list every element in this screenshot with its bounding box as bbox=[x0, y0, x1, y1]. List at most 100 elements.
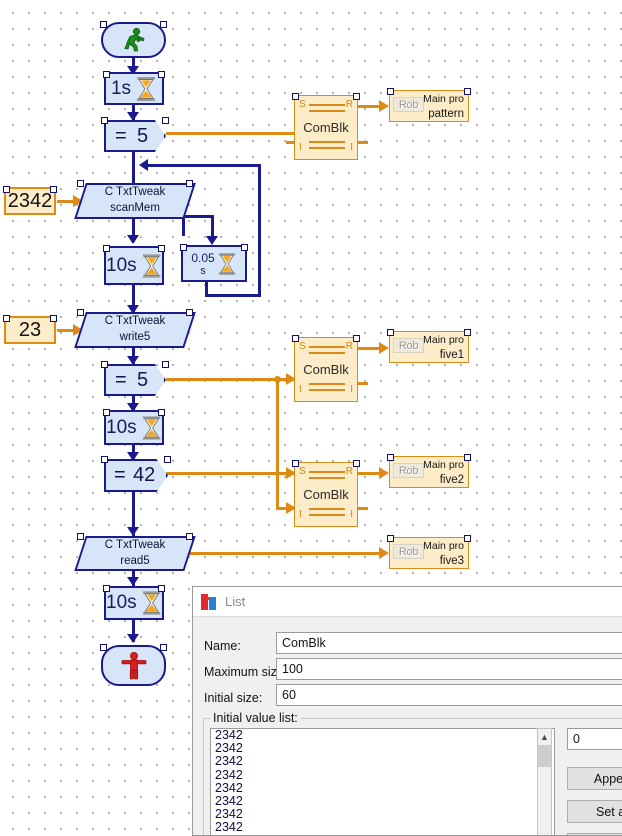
robot-line2: pattern bbox=[428, 108, 464, 120]
arrow-timer6-to-stop bbox=[127, 634, 139, 643]
comblk-port-r: R bbox=[345, 466, 353, 477]
owire-vertical-bus bbox=[276, 378, 279, 510]
process-block-scanmem[interactable]: C TxtTweak scanMem bbox=[74, 180, 196, 219]
comblk-bar-top2 bbox=[309, 352, 345, 354]
timer-block-10s-3[interactable]: 10s bbox=[103, 585, 165, 620]
list-item[interactable]: 2342 bbox=[211, 781, 554, 795]
side-value-input[interactable]: 0 bbox=[567, 728, 622, 750]
comblk-name: ComBlk bbox=[303, 487, 349, 502]
process-block-write5[interactable]: C TxtTweak write5 bbox=[74, 309, 196, 348]
condition-operator: = bbox=[115, 124, 127, 147]
scrollbar-thumb[interactable] bbox=[538, 745, 551, 767]
append-label: Appen bbox=[593, 771, 622, 786]
red-standing-man-icon bbox=[121, 651, 146, 679]
list-item[interactable]: 2342 bbox=[211, 768, 554, 782]
comblk-port-s: S bbox=[299, 99, 306, 110]
value-box-2342[interactable]: 2342 bbox=[3, 186, 57, 215]
dialog-titlebar[interactable]: List ? bbox=[193, 587, 622, 617]
dialog-title: List bbox=[225, 594, 246, 609]
initial-value-list-label: Initial value list: bbox=[210, 711, 301, 725]
append-button[interactable]: Appen bbox=[567, 767, 622, 790]
timer-block-10s-2[interactable]: 10s bbox=[103, 409, 165, 445]
initial-size-row: Initial size: bbox=[204, 687, 262, 709]
timer-unit: s bbox=[200, 264, 206, 277]
condition-block-2[interactable]: = 5 bbox=[101, 361, 169, 396]
hourglass-icon bbox=[142, 415, 161, 440]
set-all-label: Set al bbox=[596, 804, 622, 819]
comblk-block-3[interactable]: S R ComBlk I I bbox=[292, 460, 360, 527]
comblk-bar-bot2 bbox=[309, 514, 345, 516]
list-item[interactable]: 2342 bbox=[211, 794, 554, 808]
comblk-block-2[interactable]: S R ComBlk I I bbox=[292, 335, 360, 402]
condition-value: 5 bbox=[137, 124, 149, 147]
timer-block-1s[interactable]: 1s bbox=[103, 71, 165, 105]
initial-value-listbox[interactable]: 2342 2342 2342 2342 2342 2342 2342 2342 bbox=[210, 728, 555, 835]
robot-line2: five1 bbox=[439, 349, 464, 361]
arrow-proc3-to-timer6 bbox=[127, 577, 139, 586]
list-scrollbar[interactable]: ▲ bbox=[537, 728, 552, 835]
comblk-bar-top bbox=[309, 346, 345, 348]
list-item[interactable]: 2342 bbox=[211, 755, 554, 768]
set-all-button[interactable]: Set al bbox=[567, 800, 622, 823]
arrow-cond3-to-proc3 bbox=[127, 527, 139, 536]
condition-block-3[interactable]: = 42 bbox=[101, 456, 171, 492]
arrow-branch-to-timer3 bbox=[206, 236, 218, 245]
comblk-bar-bot bbox=[309, 141, 345, 143]
list-item[interactable]: 2342 bbox=[211, 821, 554, 834]
scroll-up-arrow[interactable]: ▲ bbox=[538, 729, 551, 744]
hourglass-icon bbox=[142, 591, 161, 615]
condition-block-1[interactable]: = 5 bbox=[101, 117, 169, 152]
comblk-name: ComBlk bbox=[303, 120, 349, 135]
robot-block-4[interactable]: Rob Main pro five3 bbox=[387, 535, 471, 569]
timer-label: 0.05 bbox=[191, 250, 215, 265]
robot-line1: Main pro bbox=[423, 540, 464, 552]
comblk-port-i-left: I bbox=[299, 384, 302, 395]
comblk-port-r: R bbox=[345, 99, 353, 110]
timer-block-005s[interactable]: 0.05 s bbox=[180, 244, 248, 282]
oarrow-comblk1-rob1 bbox=[379, 100, 389, 112]
green-running-man-icon bbox=[123, 27, 144, 52]
list-item[interactable]: 2342 bbox=[211, 729, 554, 742]
comblk-bar-top2 bbox=[309, 477, 345, 479]
name-input[interactable]: ComBlk bbox=[276, 632, 622, 654]
robot-line1: Main pro bbox=[423, 93, 464, 105]
value-box-23[interactable]: 23 bbox=[3, 315, 57, 344]
oarrow-proc3-rob4 bbox=[379, 547, 389, 559]
list-dialog[interactable]: List ? Name: ComBlk Maximum size 100 Ini… bbox=[192, 586, 622, 836]
timer-label: 10s bbox=[106, 592, 137, 613]
process-block-read5[interactable]: C TxtTweak read5 bbox=[74, 533, 196, 571]
comblk-bar-bot2 bbox=[309, 389, 345, 391]
initial-size-input[interactable]: 60 bbox=[276, 684, 622, 706]
condition-value: 42 bbox=[133, 464, 156, 486]
comblk-port-i-right: I bbox=[350, 384, 353, 395]
wire-loopback-bottom bbox=[205, 294, 261, 297]
robot-block-1[interactable]: Rob Main pro pattern bbox=[387, 88, 471, 122]
list-item[interactable]: 2342 bbox=[211, 807, 554, 821]
stop-block[interactable] bbox=[100, 644, 167, 686]
max-size-row: Maximum size bbox=[204, 661, 284, 683]
owire-cond1-to-comblk1 bbox=[166, 132, 296, 135]
owire-proc3-to-rob4 bbox=[184, 552, 386, 555]
owire-cond2-to-bus bbox=[166, 378, 280, 381]
rob-icon: Rob bbox=[393, 338, 424, 353]
arrow-proc1-to-timer2 bbox=[127, 235, 139, 244]
initial-size-label: Initial size: bbox=[204, 691, 263, 705]
start-block[interactable] bbox=[100, 21, 167, 58]
robot-block-3[interactable]: Rob Main pro five2 bbox=[387, 454, 471, 488]
robot-line1: Main pro bbox=[423, 459, 464, 471]
condition-operator: = bbox=[114, 464, 126, 486]
oarrow-comblk3-rob3 bbox=[379, 467, 389, 479]
comblk-bar-top2 bbox=[309, 110, 345, 112]
list-item[interactable]: 2342 bbox=[211, 741, 554, 755]
initial-size-value: 60 bbox=[282, 688, 296, 702]
timer-block-10s-1[interactable]: 10s bbox=[103, 245, 165, 285]
value-text: 2342 bbox=[7, 189, 53, 212]
owire-cond3-to-comblk3 bbox=[166, 472, 280, 475]
robot-block-2[interactable]: Rob Main pro five1 bbox=[387, 329, 471, 363]
timer-label: 10s bbox=[106, 416, 137, 438]
side-value: 0 bbox=[573, 732, 580, 746]
max-size-input[interactable]: 100 bbox=[276, 658, 622, 680]
wire-timer3-down bbox=[205, 281, 208, 297]
comblk-block-1[interactable]: S R ComBlk I I bbox=[292, 93, 360, 160]
timer-label: 1s bbox=[110, 77, 132, 99]
